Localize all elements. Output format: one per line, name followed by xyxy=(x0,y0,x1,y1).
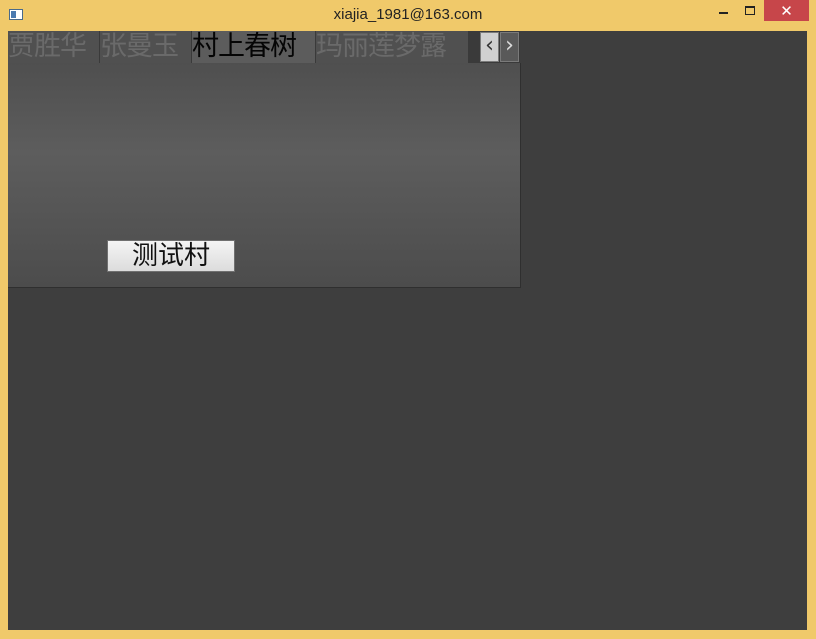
minimize-button[interactable] xyxy=(709,0,737,21)
chevron-right-icon: › xyxy=(505,33,514,58)
maximize-icon xyxy=(745,6,755,15)
tab-murakami[interactable]: 村上春树 xyxy=(192,31,315,63)
tab-bar: 贾胜华 张曼玉 村上春树 玛丽莲梦露 ‹ › xyxy=(8,31,520,63)
maximize-button[interactable] xyxy=(737,0,763,21)
tab-zhang-manyu[interactable]: 张曼玉 xyxy=(100,31,191,63)
window-title: xiajia_1981@163.com xyxy=(333,6,483,23)
tab-scroll-right-button[interactable]: › xyxy=(500,32,519,62)
tab-scroll-left-button[interactable]: ‹ xyxy=(480,32,499,62)
title-bar[interactable]: xiajia_1981@163.com ✕ xyxy=(0,0,816,30)
tab-marilyn-monroe[interactable]: 玛丽莲梦露 xyxy=(316,31,468,63)
minimize-icon xyxy=(718,11,728,14)
tab-content-pane: 测试村 xyxy=(8,63,521,288)
chevron-left-icon: ‹ xyxy=(485,33,494,58)
close-button[interactable]: ✕ xyxy=(764,0,809,21)
tab-jia-shenghua[interactable]: 贾胜华 xyxy=(8,31,99,63)
test-button[interactable]: 测试村 xyxy=(107,240,235,272)
client-area: 贾胜华 张曼玉 村上春树 玛丽莲梦露 ‹ › 测试村 xyxy=(8,31,807,630)
close-icon: ✕ xyxy=(780,1,793,20)
app-window: xiajia_1981@163.com ✕ 贾胜华 张曼玉 村上春树 玛丽莲梦露… xyxy=(0,0,816,639)
